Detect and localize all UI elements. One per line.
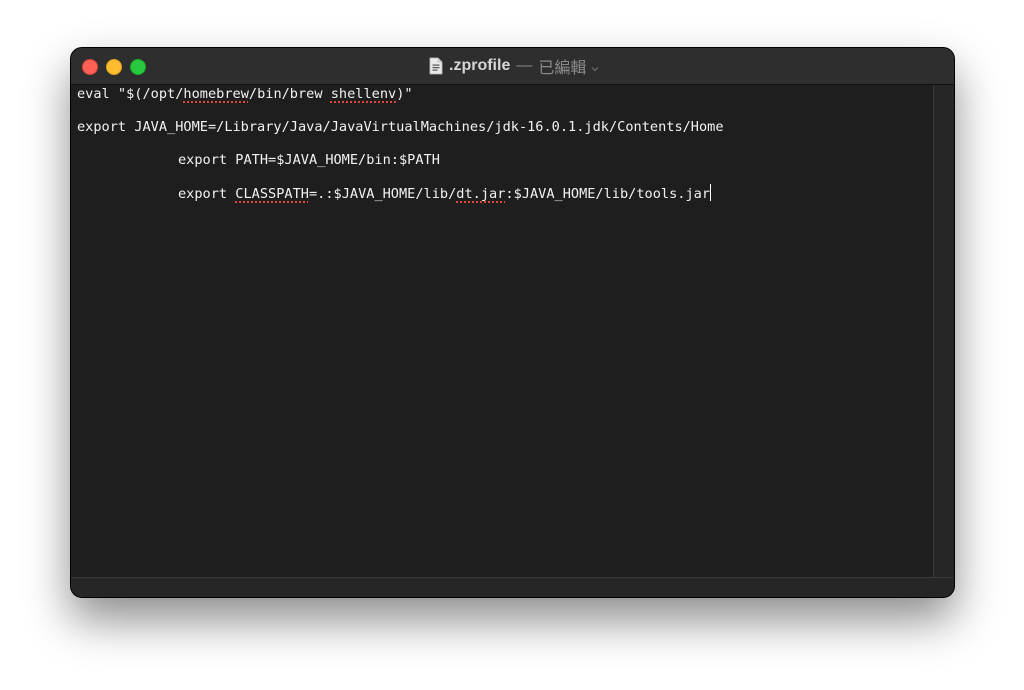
- textedit-window: .zprofile — 已編輯 eval "$(/opt/homebrew/bi…: [70, 47, 955, 598]
- document-icon: [429, 57, 443, 75]
- line-4-text: =.:$JAVA_HOME/lib/: [308, 186, 457, 202]
- line-3-text: export PATH=$JAVA_HOME/bin:$PATH: [178, 152, 440, 168]
- minimize-button[interactable]: [106, 59, 122, 75]
- window-title-status: 已編輯: [538, 60, 587, 77]
- window-title[interactable]: .zprofile — 已編輯: [429, 54, 600, 78]
- editor-line-2: export JAVA_HOME=/Library/Java/JavaVirtu…: [77, 118, 724, 136]
- editor-line-1: eval "$(/opt/homebrew/bin/brew shellenv)…: [77, 85, 413, 103]
- window-title-separator: —: [516, 57, 533, 74]
- vertical-scrollbar[interactable]: [933, 85, 954, 577]
- chevron-down-icon[interactable]: [590, 61, 600, 72]
- editor-line-4: export CLASSPATH=.:$JAVA_HOME/lib/dt.jar…: [178, 184, 712, 203]
- window-title-filename: .zprofile: [449, 57, 511, 74]
- line-1-text: )": [396, 86, 413, 102]
- text-editor[interactable]: eval "$(/opt/homebrew/bin/brew shellenv)…: [71, 85, 933, 577]
- close-button[interactable]: [82, 59, 98, 75]
- spellcheck-word[interactable]: dt.jar: [456, 186, 505, 202]
- horizontal-scrollbar[interactable]: [71, 577, 954, 597]
- line-1-text: /bin/brew: [248, 86, 331, 102]
- title-bar[interactable]: .zprofile — 已編輯: [71, 48, 954, 85]
- spellcheck-word[interactable]: shellenv: [331, 86, 396, 102]
- editor-line-3: export PATH=$JAVA_HOME/bin:$PATH: [178, 151, 440, 169]
- line-2-text: export JAVA_HOME=/Library/Java/JavaVirtu…: [77, 119, 724, 135]
- spellcheck-word[interactable]: CLASSPATH: [235, 186, 309, 202]
- line-1-text: eval "$(/opt/: [77, 86, 184, 102]
- zoom-button[interactable]: [130, 59, 146, 75]
- text-cursor: [710, 184, 712, 201]
- spellcheck-word[interactable]: homebrew: [183, 86, 248, 102]
- line-4-text: export: [178, 186, 236, 202]
- line-4-text: :$JAVA_HOME/lib/tools.jar: [505, 186, 711, 202]
